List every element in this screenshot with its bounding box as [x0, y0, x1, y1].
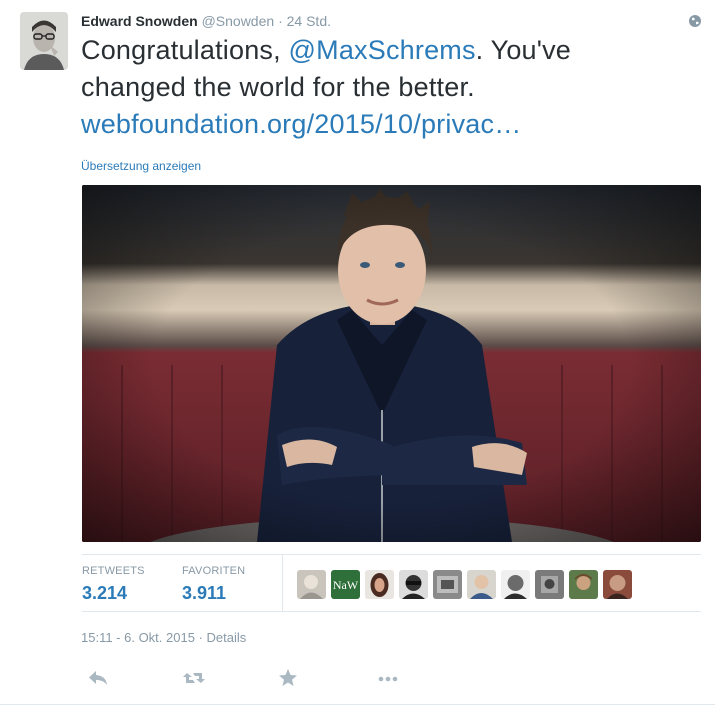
favoriter-avatar[interactable]	[365, 570, 394, 599]
reply-icon[interactable]	[84, 664, 112, 692]
mention-link[interactable]: @MaxSchrems	[289, 35, 476, 65]
favorites-count: 3.911	[182, 583, 227, 603]
retweet-stat[interactable]: RETWEETS 3.214	[82, 565, 145, 604]
author-handle[interactable]: @Snowden	[202, 13, 275, 29]
tweet-photo[interactable]	[82, 185, 701, 542]
timestamp-text[interactable]: 15:11 - 6. Okt. 2015	[81, 630, 195, 645]
header-separator: ·	[278, 13, 283, 29]
avatar[interactable]	[20, 12, 68, 70]
tweet-url-link[interactable]: webfoundation.org/2015/10/privac…	[81, 106, 681, 143]
favorite-icon[interactable]	[274, 664, 302, 692]
favoriter-avatar[interactable]	[467, 570, 496, 599]
favoriter-avatar[interactable]	[535, 570, 564, 599]
retweets-label: RETWEETS	[82, 565, 145, 577]
favoriter-avatar[interactable]	[603, 570, 632, 599]
details-link[interactable]: Details	[207, 630, 247, 645]
favoriter-avatar[interactable]	[569, 570, 598, 599]
tweet-actions	[80, 664, 480, 694]
naw-avatar-text: NaW	[333, 578, 359, 592]
stats-divider	[282, 555, 283, 612]
favoriter-avatar[interactable]: NaW	[331, 570, 360, 599]
details-separator: ·	[194, 630, 207, 645]
favoriter-avatar[interactable]	[297, 570, 326, 599]
retweet-icon[interactable]	[180, 664, 208, 692]
tweet-time-ago[interactable]: 24 Std.	[287, 13, 331, 29]
tweet-text-lead: Congratulations,	[81, 35, 289, 65]
tweet-header: Edward Snowden @Snowden · 24 Std.	[81, 12, 331, 30]
retweets-count: 3.214	[82, 583, 128, 603]
tweet-stats: RETWEETS 3.214 FAVORITEN 3.911 NaW	[82, 554, 701, 612]
more-icon[interactable]	[374, 664, 402, 692]
globe-icon	[689, 15, 701, 27]
favorites-label: FAVORITEN	[182, 565, 246, 577]
favoriter-avatar[interactable]	[433, 570, 462, 599]
favoriter-avatar[interactable]	[501, 570, 530, 599]
tweet-timestamp: 15:11 - 6. Okt. 2015 · Details	[81, 630, 246, 645]
favoriter-avatar[interactable]	[399, 570, 428, 599]
favorite-stat[interactable]: FAVORITEN 3.911	[182, 565, 245, 604]
tweet-card: Edward Snowden @Snowden · 24 Std. Congra…	[0, 0, 715, 708]
translate-link[interactable]: Übersetzung anzeigen	[81, 159, 201, 173]
tweet-text: Congratulations, @MaxSchrems. You've cha…	[81, 32, 681, 143]
author-name[interactable]: Edward Snowden	[81, 13, 198, 29]
tweet-bottom-border	[0, 704, 715, 705]
